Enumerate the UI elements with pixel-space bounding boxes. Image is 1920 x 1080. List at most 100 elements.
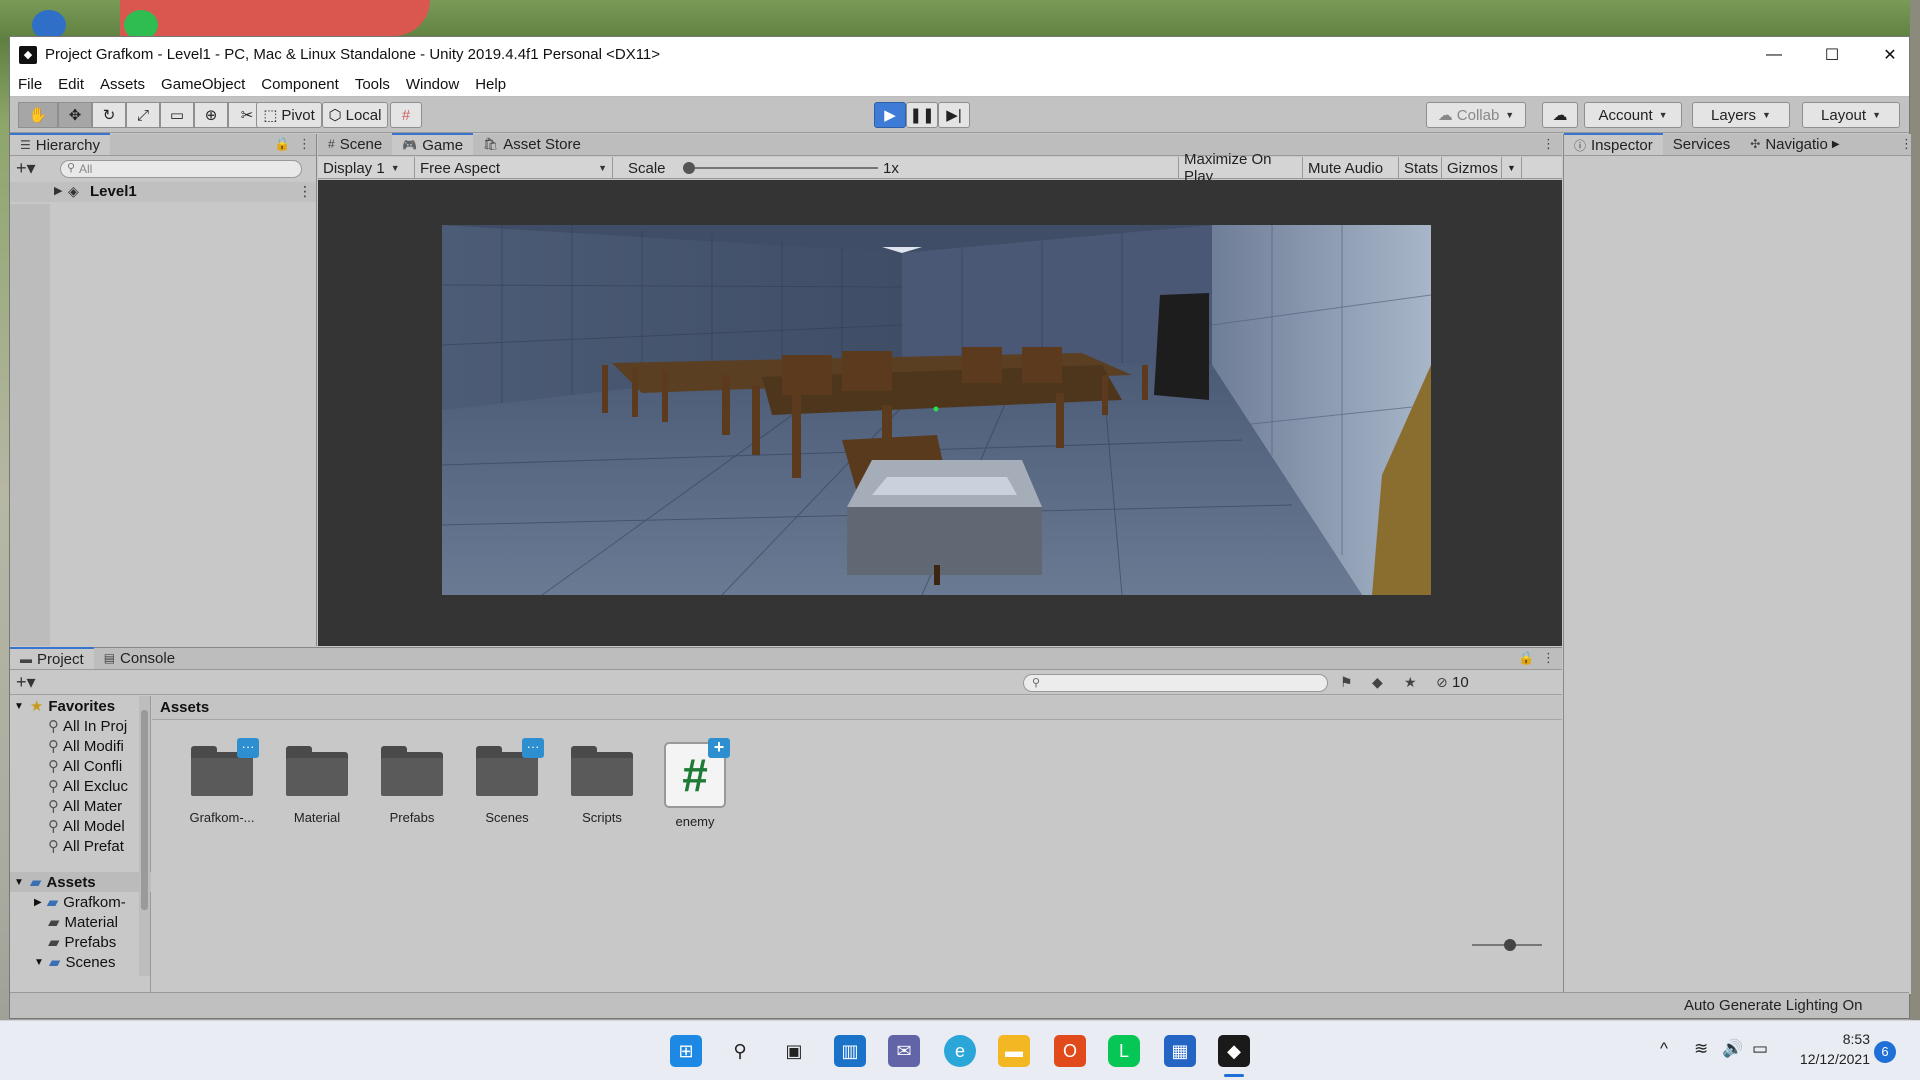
tab-console[interactable]: ▤ Console	[94, 647, 185, 669]
mute-audio-toggle[interactable]: Mute Audio	[1303, 157, 1399, 179]
tree-scrollbar[interactable]	[139, 696, 150, 976]
menu-assets[interactable]: Assets	[92, 76, 153, 93]
maximize-button[interactable]: ☐	[1803, 37, 1861, 72]
unity-taskbar-icon[interactable]: ◆	[1218, 1035, 1250, 1067]
hierarchy-search-input[interactable]: All	[60, 160, 302, 178]
favorite-item[interactable]: ⚲ All Model	[10, 816, 151, 836]
rotate-tool-button[interactable]: ↻	[92, 102, 126, 128]
lock-icon[interactable]: 🔒	[1518, 650, 1534, 666]
asset-breadcrumb[interactable]: Assets	[152, 696, 1562, 720]
tab-asset-store[interactable]: 🛍 Asset Store	[473, 133, 591, 155]
layers-dropdown[interactable]: Layers ▼	[1692, 102, 1790, 128]
minimize-button[interactable]: —	[1745, 37, 1803, 72]
kebab-menu-icon[interactable]: ⋮	[1542, 136, 1555, 152]
filter-type-icon[interactable]: ⚑	[1340, 674, 1353, 691]
teams-chat-icon[interactable]: ✉	[888, 1035, 920, 1067]
scene-row[interactable]: ▶ ◈ Level1 ⋮	[10, 182, 316, 202]
expand-arrow-icon[interactable]: ▼	[14, 877, 24, 888]
favorite-star-icon[interactable]: ★	[1404, 674, 1417, 691]
asset-tree-item[interactable]: ▶ ▰ Grafkom-	[10, 892, 151, 912]
menu-component[interactable]: Component	[253, 76, 347, 93]
menu-help[interactable]: Help	[467, 76, 514, 93]
kebab-menu-icon[interactable]: ⋮	[1900, 136, 1913, 152]
aspect-dropdown[interactable]: Free Aspect ▼	[415, 157, 613, 179]
maximize-on-play-toggle[interactable]: Maximize On Play	[1178, 151, 1303, 185]
favorite-item[interactable]: ⚲ All Confli	[10, 756, 151, 776]
play-button[interactable]: ▶	[874, 102, 906, 128]
asset-script[interactable]: # + enemy	[647, 738, 743, 829]
asset-folder[interactable]: ··· Scenes	[459, 738, 555, 825]
local-toggle[interactable]: ⬡ Local	[322, 102, 388, 128]
cloud-button[interactable]: ☁	[1542, 102, 1578, 128]
hand-tool-button[interactable]: ✋	[18, 102, 58, 128]
office-icon[interactable]: O	[1054, 1035, 1086, 1067]
display-dropdown[interactable]: Display 1 ▼	[318, 157, 415, 179]
notification-badge[interactable]: 6	[1874, 1041, 1896, 1063]
start-icon[interactable]: ⊞	[670, 1035, 702, 1067]
tab-project[interactable]: ▬ Project	[10, 647, 94, 669]
file-explorer-icon[interactable]: ▬	[998, 1035, 1030, 1067]
battery-icon[interactable]: ▭	[1752, 1039, 1768, 1059]
tab-hierarchy[interactable]: ☰ Hierarchy	[10, 133, 110, 155]
favorite-item[interactable]: ⚲ All Prefat	[10, 836, 151, 856]
pivot-toggle[interactable]: ⬚ Pivot	[256, 102, 322, 128]
tab-navigation[interactable]: ✣ Navigatio ▶	[1740, 133, 1849, 155]
menu-file[interactable]: File	[10, 76, 50, 93]
show-hidden-icons-icon[interactable]: ^	[1660, 1039, 1668, 1059]
asset-tree-item[interactable]: ▰ Prefabs	[10, 932, 151, 952]
asset-tree-item[interactable]: ▰ Material	[10, 912, 151, 932]
asset-tree-item[interactable]: ▼ ▰ Scenes	[10, 952, 151, 972]
account-dropdown[interactable]: Account ▼	[1584, 102, 1682, 128]
clock-time[interactable]: 8:53	[1800, 1031, 1870, 1047]
edge-browser-icon[interactable]: e	[944, 1035, 976, 1067]
menu-window[interactable]: Window	[398, 76, 467, 93]
pause-button[interactable]: ❚❚	[906, 102, 938, 128]
game-viewport[interactable]	[318, 180, 1562, 646]
hidden-packages-icon[interactable]: ⊘	[1436, 674, 1448, 691]
close-button[interactable]: ✕	[1861, 37, 1919, 72]
widgets-icon[interactable]: ▥	[834, 1035, 866, 1067]
kebab-menu-icon[interactable]: ⋮	[1542, 650, 1555, 666]
rect-tool-button[interactable]: ▭	[160, 102, 194, 128]
project-search-input[interactable]: ⚲	[1023, 674, 1328, 692]
asset-folder[interactable]: ··· Grafkom-...	[174, 738, 270, 825]
favorite-item[interactable]: ⚲ All Excluc	[10, 776, 151, 796]
favorites-header[interactable]: ▼ ★ Favorites	[10, 696, 151, 716]
asset-folder[interactable]: Material	[269, 744, 365, 825]
asset-folder[interactable]: Scripts	[554, 744, 650, 825]
transform-tool-button[interactable]: ⊕	[194, 102, 228, 128]
expand-arrow-icon[interactable]: ▶	[54, 184, 62, 197]
tab-inspector[interactable]: ⓘ Inspector	[1564, 133, 1663, 155]
icon-size-slider-handle[interactable]	[1504, 939, 1516, 951]
lock-icon[interactable]: 🔒	[274, 136, 290, 152]
wifi-icon[interactable]: ≋	[1694, 1039, 1708, 1059]
favorite-item[interactable]: ⚲ All Mater	[10, 796, 151, 816]
asset-folder[interactable]: Prefabs	[364, 744, 460, 825]
tree-scrollbar-thumb[interactable]	[141, 710, 148, 910]
task-view-icon[interactable]: ▣	[778, 1035, 810, 1067]
label-tag-icon[interactable]: ◆	[1372, 674, 1383, 691]
chevron-right-icon[interactable]: ▶	[1832, 139, 1840, 150]
clock-date[interactable]: 12/12/2021	[1786, 1051, 1870, 1067]
expand-arrow-icon[interactable]: ▼	[34, 957, 44, 968]
menu-edit[interactable]: Edit	[50, 76, 92, 93]
expand-arrow-icon[interactable]: ▶	[34, 897, 42, 908]
tab-scene[interactable]: # Scene	[318, 133, 392, 155]
assets-header[interactable]: ▼ ▰ Assets	[10, 872, 151, 892]
kebab-menu-icon[interactable]: ⋮	[298, 183, 312, 200]
collab-dropdown[interactable]: ☁ Collab ▼	[1426, 102, 1526, 128]
layout-dropdown[interactable]: Layout ▼	[1802, 102, 1900, 128]
microsoft-store-icon[interactable]: ▦	[1164, 1035, 1196, 1067]
menu-gameobject[interactable]: GameObject	[153, 76, 253, 93]
tab-services[interactable]: Services	[1663, 133, 1741, 155]
snap-button[interactable]: #	[390, 102, 422, 128]
gizmos-dropdown[interactable]: ▼	[1502, 157, 1522, 179]
favorite-item[interactable]: ⚲ All Modifi	[10, 736, 151, 756]
search-icon[interactable]: ⚲	[724, 1035, 756, 1067]
line-app-icon[interactable]: L	[1108, 1035, 1140, 1067]
step-button[interactable]: ▶|	[938, 102, 970, 128]
expand-arrow-icon[interactable]: ▼	[14, 701, 24, 712]
favorite-item[interactable]: ⚲ All In Proj	[10, 716, 151, 736]
add-object-button[interactable]: +▾	[16, 158, 36, 179]
scale-tool-button[interactable]: ⤢	[126, 102, 160, 128]
